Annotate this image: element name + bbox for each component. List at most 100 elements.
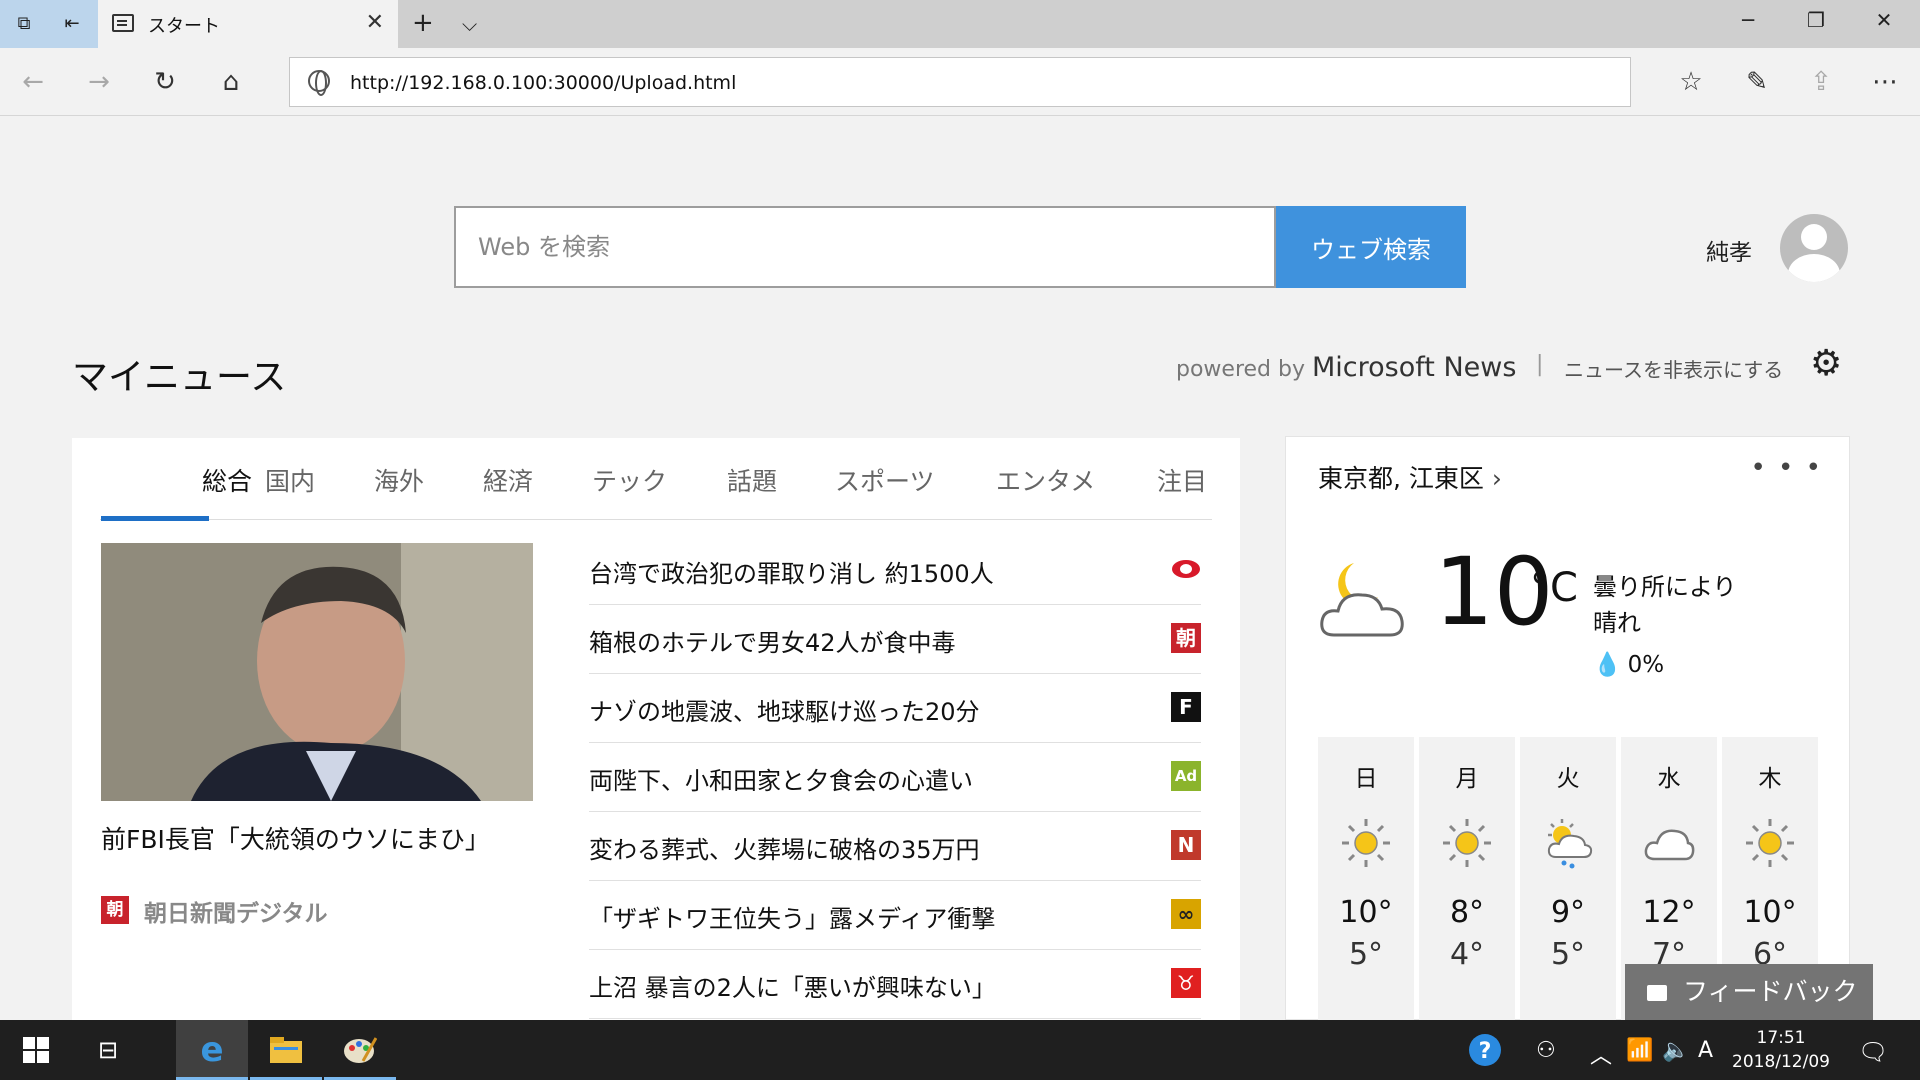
feedback-button[interactable]: フィードバック bbox=[1625, 964, 1873, 1020]
clock-time: 17:51 bbox=[1756, 1028, 1806, 1048]
new-tab-icon[interactable]: + bbox=[412, 8, 434, 38]
web-search-box bbox=[454, 206, 1276, 288]
start-page-icon bbox=[112, 14, 134, 32]
more-icon[interactable]: ⋯ bbox=[1868, 65, 1902, 99]
hero-news-title[interactable]: 前FBI長官「大統領のウソにまひ」 bbox=[101, 820, 490, 856]
category-tabs: 総合 国内 海外 経済 テック 話題 スポーツ エンタメ 注目 bbox=[100, 438, 1212, 520]
help-icon[interactable]: ? bbox=[1468, 1033, 1502, 1073]
edge-icon[interactable]: e bbox=[176, 1020, 248, 1080]
svg-text:?: ? bbox=[1479, 1039, 1492, 1064]
sun-icon bbox=[1746, 819, 1794, 867]
tab-category-tech[interactable]: テック bbox=[592, 462, 667, 498]
set-aside-tabs-icon[interactable]: ⇤ bbox=[60, 12, 84, 36]
headline-item[interactable]: 台湾で政治犯の罪取り消し 約1500人 bbox=[589, 536, 1201, 605]
address-bar[interactable]: http://192.168.0.100:30000/Upload.html bbox=[289, 57, 1631, 107]
minimize-icon[interactable]: ─ bbox=[1728, 8, 1768, 40]
headline-item[interactable]: 両陛下、小和田家と夕食会の心遣い Ad bbox=[589, 743, 1201, 812]
taskbar-clock[interactable]: 17:51 2018/12/09 bbox=[1726, 1026, 1836, 1074]
forecast-high: 10° bbox=[1339, 895, 1393, 930]
home-icon[interactable]: ⌂ bbox=[214, 65, 248, 99]
weather-condition-line2: 晴れ bbox=[1593, 609, 1641, 637]
favorites-star-icon[interactable]: ☆ bbox=[1674, 65, 1708, 99]
gear-icon[interactable]: ⚙ bbox=[1810, 346, 1842, 382]
tab-start[interactable]: スタート ✕ bbox=[98, 0, 398, 48]
back-icon[interactable]: ← bbox=[16, 65, 50, 99]
share-icon[interactable]: ⇪ bbox=[1804, 65, 1838, 99]
headline-item[interactable]: ナゾの地震波、地球駆け巡った20分 F bbox=[589, 674, 1201, 743]
tab-close-icon[interactable]: ✕ bbox=[366, 10, 384, 35]
network-icon[interactable]: 📶 bbox=[1626, 1038, 1653, 1063]
headline-title[interactable]: 台湾で政治犯の罪取り消し 約1500人 bbox=[589, 554, 994, 589]
headline-item[interactable]: 箱根のホテルで男女42人が食中毒 朝 bbox=[589, 605, 1201, 674]
forecast-day-name: 木 bbox=[1758, 766, 1782, 792]
headline-item[interactable]: 上沼 暴言の2人に「悪いが興味ない」 ♉ bbox=[589, 950, 1201, 1019]
tab-category-economy[interactable]: 経済 bbox=[483, 462, 533, 498]
n-logo-icon: N bbox=[1171, 830, 1201, 860]
paint-icon[interactable] bbox=[324, 1020, 396, 1080]
windows-start-icon[interactable] bbox=[0, 1020, 72, 1080]
ime-indicator[interactable]: A bbox=[1698, 1038, 1713, 1063]
close-window-icon[interactable]: ✕ bbox=[1864, 8, 1904, 40]
avatar[interactable] bbox=[1780, 214, 1848, 282]
forecast-day[interactable]: 火 9° 5° bbox=[1520, 737, 1616, 1021]
people-icon[interactable]: ⚇ bbox=[1536, 1038, 1556, 1063]
web-search-button[interactable]: ウェブ検索 bbox=[1276, 206, 1466, 288]
pen-icon[interactable]: ✎ bbox=[1740, 65, 1774, 99]
headline-title[interactable]: 箱根のホテルで男女42人が食中毒 bbox=[589, 623, 956, 658]
file-explorer-icon[interactable] bbox=[250, 1020, 322, 1080]
headline-title[interactable]: 上沼 暴言の2人に「悪いが興味ない」 bbox=[589, 968, 996, 1003]
weather-location-label[interactable]: 東京都, 江東区 bbox=[1318, 464, 1484, 493]
forecast-day[interactable]: 月 8° 4° bbox=[1419, 737, 1515, 1021]
tab-overview-icon[interactable]: ⧉ bbox=[12, 12, 36, 36]
clock-date: 2018/12/09 bbox=[1732, 1052, 1830, 1072]
forward-icon[interactable]: → bbox=[82, 65, 116, 99]
cloud-icon bbox=[1644, 829, 1695, 861]
hero-news-source[interactable]: 朝日新聞デジタル bbox=[144, 894, 328, 928]
tab-category-entertainment[interactable]: エンタメ bbox=[996, 462, 1095, 498]
tab-category-domestic[interactable]: 国内 bbox=[265, 462, 315, 498]
weather-condition: 曇り所により 晴れ bbox=[1593, 569, 1737, 641]
weather-location[interactable]: 東京都, 江東区 › bbox=[1318, 459, 1502, 495]
hero-news-image[interactable] bbox=[101, 543, 533, 801]
temperature-unit[interactable]: °C bbox=[1530, 565, 1578, 611]
restore-icon[interactable]: ❐ bbox=[1796, 8, 1836, 40]
volume-icon[interactable]: 🔈 bbox=[1662, 1038, 1689, 1063]
feedback-icon bbox=[1647, 985, 1667, 1001]
forecast-day[interactable]: 日 10° 5° bbox=[1318, 737, 1414, 1021]
forecast-high: 12° bbox=[1642, 895, 1696, 930]
precipitation: 💧 0% bbox=[1593, 651, 1664, 678]
address-url[interactable]: http://192.168.0.100:30000/Upload.html bbox=[350, 72, 736, 94]
headline-title[interactable]: 両陛下、小和田家と夕食会の心遣い bbox=[589, 761, 973, 796]
news-card: 総合 国内 海外 経済 テック 話題 スポーツ エンタメ 注目 前FBI長官「大… bbox=[72, 438, 1240, 1020]
tab-category-overseas[interactable]: 海外 bbox=[374, 462, 424, 498]
headline-title[interactable]: ナゾの地震波、地球駆け巡った20分 bbox=[589, 692, 980, 727]
tab-category-featured[interactable]: 注目 bbox=[1157, 462, 1207, 498]
tab-category-topics[interactable]: 話題 bbox=[727, 462, 777, 498]
feedback-label: フィードバック bbox=[1683, 977, 1858, 1006]
globe-icon bbox=[308, 70, 330, 96]
headline-item[interactable]: 変わる葬式、火葬場に破格の35万円 N bbox=[589, 812, 1201, 881]
tab-category-all[interactable]: 総合 bbox=[202, 462, 252, 498]
chevron-right-icon[interactable]: › bbox=[1492, 464, 1502, 493]
chevron-up-icon[interactable]: ︿ bbox=[1590, 1038, 1612, 1070]
active-tab-underline bbox=[101, 516, 209, 521]
tab-category-sports[interactable]: スポーツ bbox=[835, 462, 935, 498]
refresh-icon[interactable]: ↻ bbox=[148, 65, 182, 99]
task-view-icon[interactable]: ⊟ bbox=[72, 1020, 144, 1080]
search-input[interactable] bbox=[456, 208, 1274, 286]
tab-list-chevron-icon[interactable]: ⌵ bbox=[462, 12, 477, 36]
hide-news-link[interactable]: ニュースを非表示にする bbox=[1564, 354, 1783, 383]
microsoft-news-brand[interactable]: Microsoft News bbox=[1312, 352, 1516, 383]
headline-title[interactable]: 変わる葬式、火葬場に破格の35万円 bbox=[589, 830, 980, 865]
forecast-high: 10° bbox=[1743, 895, 1797, 930]
headline-title[interactable]: 「ザギトワ王位失う」露メディア衝撃 bbox=[589, 899, 995, 934]
forecast-high: 9° bbox=[1550, 895, 1586, 930]
action-center-icon[interactable]: 🗨 bbox=[1858, 1038, 1888, 1066]
user-name[interactable]: 純孝 bbox=[1706, 233, 1752, 267]
headline-item[interactable]: 「ザギトワ王位失う」露メディア衝撃 ∞ bbox=[589, 881, 1201, 950]
weather-more-icon[interactable]: • • • bbox=[1750, 453, 1823, 483]
forecast-day-name: 火 bbox=[1556, 766, 1580, 792]
forecast-low: 5° bbox=[1348, 937, 1384, 972]
moon-cloud-icon bbox=[1316, 557, 1416, 643]
bull-logo-icon: ♉ bbox=[1171, 968, 1201, 998]
